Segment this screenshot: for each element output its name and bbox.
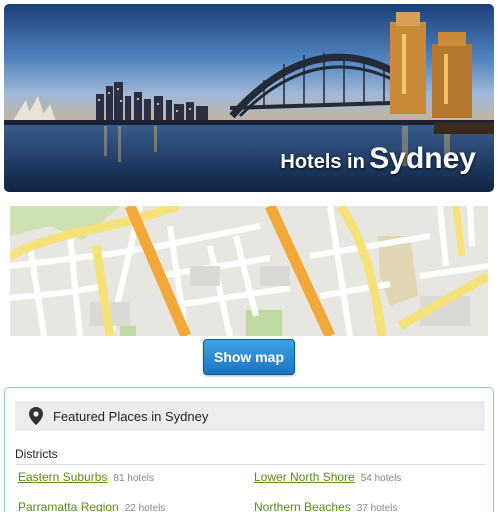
district-item: Parramatta Region 22 hotels [18,500,165,512]
title-city: Sydney [369,142,476,175]
districts-label: Districts [15,447,58,461]
page-title: Hotels in Sydney [280,142,476,176]
district-hotel-count: 22 hotels [124,503,166,512]
district-link[interactable]: Lower North Shore [254,470,355,484]
divider [15,464,485,465]
featured-places-header: Featured Places in Sydney [15,401,485,431]
district-item: Northern Beaches 37 hotels [254,500,397,512]
show-map-button[interactable]: Show map [203,339,295,375]
title-prefix: Hotels in [280,151,365,173]
district-hotel-count: 54 hotels [360,473,402,484]
featured-places-title: Featured Places in Sydney [53,408,209,424]
featured-places-panel: Featured Places in Sydney Districts East… [4,387,494,512]
district-hotel-count: 37 hotels [356,503,398,512]
location-pin-icon [29,407,43,425]
district-hotel-count: 81 hotels [113,473,154,484]
district-link[interactable]: Parramatta Region [18,500,119,512]
hero-banner: Hotels in Sydney [4,4,494,192]
district-link[interactable]: Eastern Suburbs [18,470,107,484]
street-map-image [10,206,488,336]
district-item: Eastern Suburbs 81 hotels [18,470,154,484]
district-item: Lower North Shore 54 hotels [254,470,401,484]
district-link[interactable]: Northern Beaches [254,500,351,512]
map-preview[interactable] [10,206,488,336]
